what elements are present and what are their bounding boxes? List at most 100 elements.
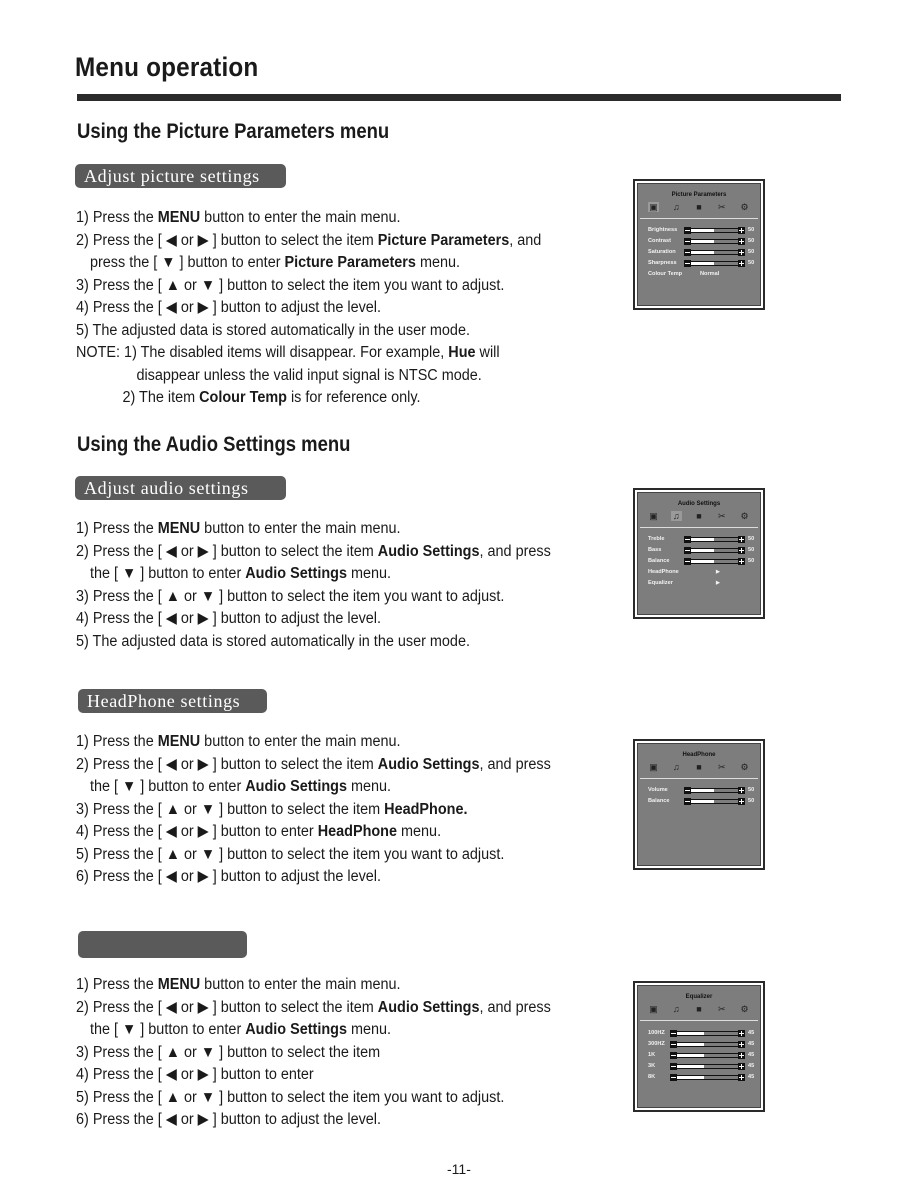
step-2-cont: the [ ▼ ] button to enter Audio Settings… (89, 1021, 392, 1038)
osd-row-value: 50 (748, 787, 755, 793)
osd-row: Contrast 50 (646, 236, 756, 247)
equalizer-section-pill (78, 931, 247, 958)
osd-icon-bar: ▣ ♫ ■ ✂ ⚙ (648, 762, 750, 774)
osd-panel: Picture Parameters ▣ ♫ ■ ✂ ⚙ Brightness 50 Contr… (637, 183, 761, 306)
minus-icon (670, 1041, 677, 1048)
picture-icon: ▣ (649, 1004, 658, 1014)
minus-icon (684, 558, 691, 565)
osd-row-value: 50 (748, 547, 755, 553)
osd-row-label: Colour Temp (648, 271, 683, 277)
osd-row-value: 45 (748, 1063, 755, 1069)
level-bar (684, 260, 745, 267)
audio-icon: ♫ (672, 762, 680, 772)
osd-row: Bass 50 (646, 545, 756, 556)
osd-row-label: Balance (648, 798, 670, 804)
plus-icon (738, 536, 745, 543)
plus-icon (738, 1074, 745, 1081)
setup-icon: ⚙ (740, 202, 749, 212)
osd-row: Treble 50 (646, 534, 756, 545)
minus-icon (670, 1074, 677, 1081)
osd-row-label: Sharpness (648, 260, 677, 266)
level-bar (684, 798, 745, 805)
plus-icon (738, 1030, 745, 1037)
osd-row-label: Equalizer (648, 580, 673, 586)
osd-icon-bar: ▣ ♫ ■ ✂ ⚙ (648, 1004, 750, 1016)
plus-icon (738, 558, 745, 565)
step-6: 6) Press the [ ◀ or ▶ ] button to adjust… (76, 868, 382, 885)
osd-row: Volume 50 (646, 785, 756, 796)
audio-icon: ♫ (672, 1004, 680, 1014)
minus-icon (684, 787, 691, 794)
equalizer-steps: 1) Press the MENU button to enter the ma… (76, 974, 551, 1132)
plus-icon (738, 1063, 745, 1070)
osd-row-value: 50 (748, 238, 755, 244)
setup-icon: ⚙ (740, 511, 749, 521)
level-bar (684, 227, 745, 234)
osd-row-label: Brightness (648, 227, 678, 233)
osd-row: Balance 50 (646, 796, 756, 807)
minus-icon (684, 547, 691, 554)
level-bar (684, 238, 745, 245)
setup-icon: ⚙ (740, 1004, 749, 1014)
osd-panel: Audio Settings ▣ ♫ ■ ✂ ⚙ Treble 50 Bass 50 Balance… (637, 492, 761, 615)
level-bar (684, 787, 745, 794)
step-4: 4) Press the [ ◀ or ▶ ] button to adjust… (76, 299, 382, 316)
audio-icon: ♫ (670, 511, 682, 521)
audio-section-heading: Using the Audio Settings menu (77, 433, 351, 456)
minus-icon (684, 798, 691, 805)
note-1-cont: disappear unless the valid input signal … (136, 366, 482, 384)
osd-row-value: 50 (748, 798, 755, 804)
osd-row-value: 50 (748, 558, 755, 564)
picture-steps: 1) Press the MENU button to enter the ma… (76, 207, 541, 410)
osd-row-value: 50 (748, 260, 755, 266)
osd-row-label: 3K (648, 1063, 656, 1069)
step-2: 2) Press the [ ◀ or ▶ ] button to select… (76, 542, 551, 560)
osd-rows: Treble 50 Bass 50 Balance 50 HeadPhone ▶ Equaliz… (646, 534, 756, 589)
step-5: 5) The adjusted data is stored automatic… (76, 321, 470, 339)
osd-row-value: 45 (748, 1052, 755, 1058)
osd-row-value: 50 (748, 227, 755, 233)
display-icon: ■ (696, 511, 702, 521)
osd-picture-parameters: Picture Parameters ▣ ♫ ■ ✂ ⚙ Brightness 50 Contr… (633, 179, 765, 310)
osd-row-label: Saturation (648, 249, 676, 255)
display-icon: ■ (696, 202, 702, 212)
plus-icon (738, 249, 745, 256)
step-4: 4) Press the [ ◀ or ▶ ] button to adjust… (76, 610, 382, 627)
osd-title: Audio Settings (677, 501, 721, 507)
minus-icon (684, 238, 691, 245)
osd-title: HeadPhone (682, 752, 716, 758)
osd-row-value: 45 (748, 1041, 755, 1047)
step-3: 3) Press the [ ▲ or ▼ ] button to select… (76, 1043, 381, 1061)
minus-icon (670, 1052, 677, 1059)
osd-rows: Volume 50 Balance 50 (646, 785, 756, 807)
osd-row-label: Bass (648, 547, 662, 553)
level-bar (670, 1052, 745, 1059)
note-1: NOTE: 1) The disabled items will disappe… (76, 344, 500, 361)
level-bar (684, 558, 745, 565)
title-divider (77, 94, 841, 101)
osd-row-label: 100HZ (648, 1030, 665, 1036)
osd-equalizer: Equalizer ▣ ♫ ■ ✂ ⚙ 100HZ 45 300HZ 45 1K 45 3K 45 8K 45 (633, 981, 765, 1112)
plus-icon (738, 1041, 745, 1048)
osd-divider (640, 218, 758, 219)
step-2-cont: the [ ▼ ] button to enter Audio Settings… (89, 778, 392, 795)
function-icon: ✂ (717, 762, 726, 772)
osd-title: Equalizer (685, 994, 713, 1000)
osd-row-label: 1K (648, 1052, 656, 1058)
osd-row: 1K 45 (646, 1050, 756, 1061)
osd-row-value: 45 (748, 1030, 755, 1036)
minus-icon (670, 1063, 677, 1070)
picture-section-heading: Using the Picture Parameters menu (77, 120, 390, 143)
display-icon: ■ (696, 762, 702, 772)
step-2-cont: press the [ ▼ ] button to enter Picture … (89, 254, 461, 271)
osd-divider (640, 778, 758, 779)
osd-divider (640, 1020, 758, 1021)
step-4: 4) Press the [ ◀ or ▶ ] button to enter … (76, 823, 442, 840)
level-bar (670, 1063, 745, 1070)
picture-section-pill: Adjust picture settings (75, 164, 286, 188)
osd-row-value: 45 (748, 1074, 755, 1080)
picture-icon: ▣ (649, 762, 658, 772)
step-3: 3) Press the [ ▲ or ▼ ] button to select… (76, 587, 505, 605)
level-bar (670, 1030, 745, 1037)
osd-headphone: HeadPhone ▣ ♫ ■ ✂ ⚙ Volume 50 Balance 50 (633, 739, 765, 870)
